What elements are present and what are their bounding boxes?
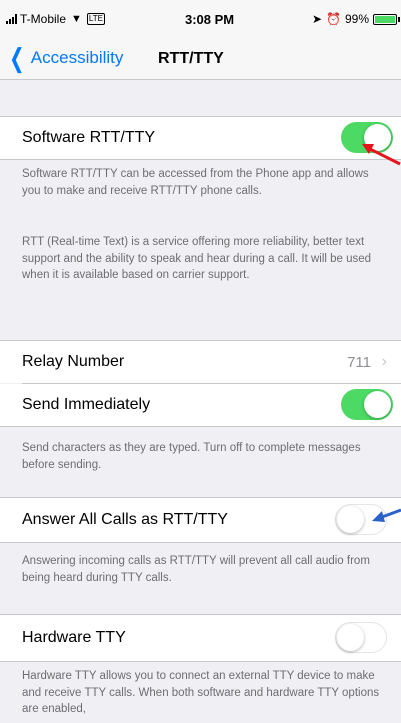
back-label: Accessibility xyxy=(30,48,124,67)
status-right: ➤ ⏰ 99% xyxy=(311,12,400,26)
back-button[interactable]: ❮ Accessibility xyxy=(6,43,124,73)
chevron-left-icon: ❮ xyxy=(9,43,25,73)
navigation-bar: ❮ Accessibility RTT/TTY xyxy=(0,40,401,80)
answer-all-footer: Answering incoming calls as RTT/TTY will… xyxy=(22,555,370,584)
network-type: LTE xyxy=(86,13,105,25)
battery-percent: 99% xyxy=(344,12,369,26)
software-rtt-row[interactable]: Software RTT/TTY xyxy=(0,117,401,159)
hardware-tty-toggle[interactable] xyxy=(335,622,387,653)
answer-all-row[interactable]: Answer All Calls as RTT/TTY xyxy=(0,498,401,542)
send-immediately-toggle[interactable] xyxy=(341,389,393,420)
location-icon: ➤ xyxy=(311,12,323,26)
software-rtt-label: Software RTT/TTY xyxy=(22,129,156,146)
relay-number-label: Relay Number xyxy=(22,353,125,370)
software-rtt-footer-1: Software RTT/TTY can be accessed from th… xyxy=(22,168,369,197)
status-left: T-Mobile ▼ LTE xyxy=(6,12,105,26)
software-rtt-footer-2: RTT (Real-time Text) is a service offeri… xyxy=(22,236,372,281)
relay-number-row[interactable]: Relay Number 711 › xyxy=(0,341,401,383)
battery-icon xyxy=(373,13,400,25)
blue-arrow-icon xyxy=(372,508,401,522)
status-bar: T-Mobile ▼ LTE 3:08 PM ➤ ⏰ 99% xyxy=(0,0,401,40)
carrier-name: T-Mobile xyxy=(20,12,67,26)
group-border xyxy=(0,661,401,662)
status-time: 3:08 PM xyxy=(185,12,235,27)
wifi-icon: ▼ xyxy=(71,13,82,25)
hardware-tty-footer: Hardware TTY allows you to connect an ex… xyxy=(22,670,380,715)
group-border xyxy=(0,159,401,160)
group-border xyxy=(0,426,401,427)
relay-number-value: 711 xyxy=(347,354,371,371)
red-arrow-icon xyxy=(362,144,401,166)
page-title: RTT/TTY xyxy=(158,50,224,67)
signal-icon xyxy=(6,14,17,24)
send-immediately-label: Send Immediately xyxy=(22,396,151,413)
answer-all-label: Answer All Calls as RTT/TTY xyxy=(22,511,228,528)
send-immediately-row[interactable]: Send Immediately xyxy=(0,384,401,426)
hardware-tty-row[interactable]: Hardware TTY xyxy=(0,615,401,661)
group-border xyxy=(0,542,401,543)
hardware-tty-label: Hardware TTY xyxy=(22,629,126,646)
send-immediately-footer: Send characters as they are typed. Turn … xyxy=(22,442,361,471)
chevron-right-icon: › xyxy=(381,353,387,370)
alarm-icon: ⏰ xyxy=(326,12,341,26)
